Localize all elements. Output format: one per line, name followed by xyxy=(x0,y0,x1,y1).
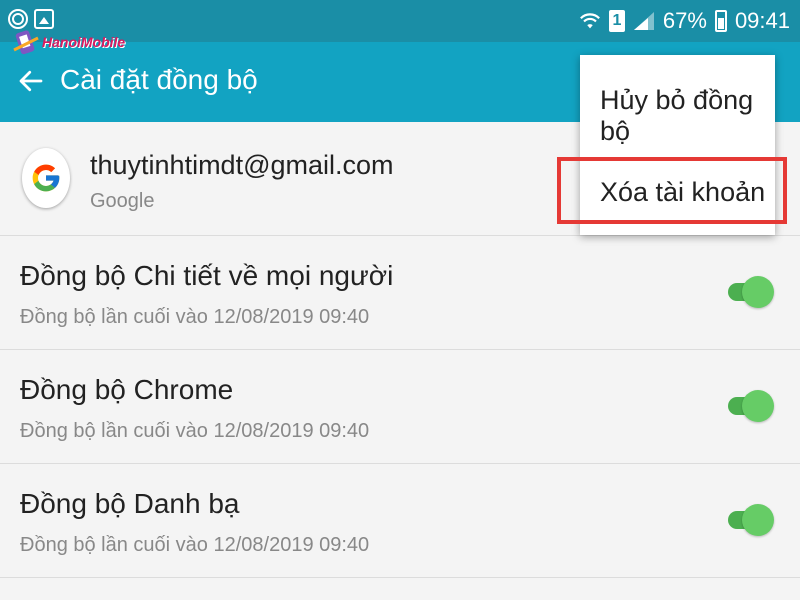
hanoimobile-logo-icon xyxy=(13,30,39,55)
sync-toggle-people[interactable] xyxy=(728,276,774,308)
sync-item-last-sync: Đồng bộ lần cuối vào 12/08/2019 09:40 xyxy=(20,420,370,442)
sync-item-chrome[interactable]: Đồng bộ Chrome Đồng bộ lần cuối vào 12/0… xyxy=(0,350,800,464)
toggle-knob xyxy=(742,504,774,536)
page-title: Cài đặt đồng bộ xyxy=(60,64,258,95)
battery-percent: 67% xyxy=(662,8,707,33)
notification-icons xyxy=(8,9,54,29)
toggle-knob xyxy=(742,390,774,422)
watermark-text: HanoiMobile xyxy=(42,34,126,50)
menu-item-cancel-sync[interactable]: Hủy bỏ đồng bộ xyxy=(600,85,775,147)
overflow-menu: Hủy bỏ đồng bộ Xóa tài khoản xyxy=(580,55,775,235)
back-arrow-icon[interactable] xyxy=(16,66,46,96)
battery-icon xyxy=(714,10,727,32)
menu-item-remove-account[interactable]: Xóa tài khoản xyxy=(600,177,765,208)
sync-toggle-chrome[interactable] xyxy=(728,390,774,422)
sim-icon: 1 xyxy=(608,10,625,32)
sync-notification-icon xyxy=(8,9,28,29)
google-icon xyxy=(22,148,70,208)
sync-item-last-sync: Đồng bộ lần cuối vào 12/08/2019 09:40 xyxy=(20,306,370,328)
watermark: HanoiMobile xyxy=(12,28,125,56)
signal-icon xyxy=(633,12,654,30)
toggle-knob xyxy=(742,276,774,308)
image-notification-icon xyxy=(34,9,54,29)
sync-toggle-contacts[interactable] xyxy=(728,504,774,536)
wifi-icon xyxy=(579,13,600,29)
sync-item-title: Đồng bộ Chrome xyxy=(20,374,234,405)
status-indicators: 1 67% 09:41 xyxy=(579,8,790,34)
sync-item-title: Đồng bộ Danh bạ xyxy=(20,488,240,519)
sync-item-title: Đồng bộ Chi tiết về mọi người xyxy=(20,260,394,291)
account-email: thuytinhtimdt@gmail.com xyxy=(90,150,394,180)
clock: 09:41 xyxy=(734,8,790,33)
sync-item-people[interactable]: Đồng bộ Chi tiết về mọi người Đồng bộ lầ… xyxy=(0,236,800,350)
sync-item-last-sync: Đồng bộ lần cuối vào 12/08/2019 09:40 xyxy=(20,534,370,556)
account-type: Google xyxy=(90,190,155,212)
sync-item-contacts[interactable]: Đồng bộ Danh bạ Đồng bộ lần cuối vào 12/… xyxy=(0,464,800,578)
